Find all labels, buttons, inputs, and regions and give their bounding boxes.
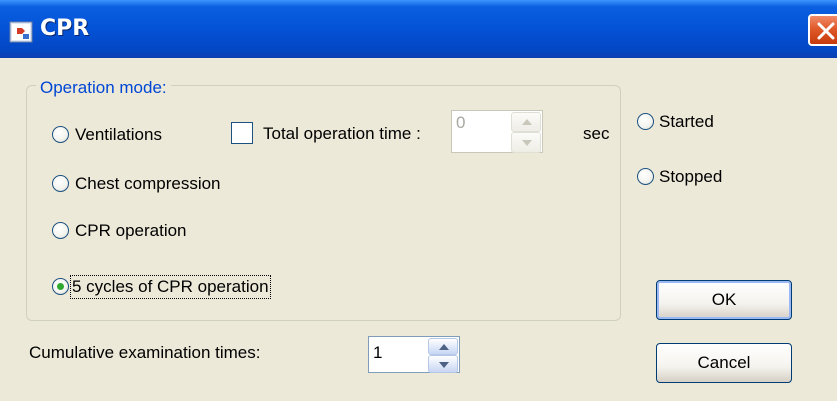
- operation-mode-legend: Operation mode:: [36, 78, 171, 98]
- close-button[interactable]: [808, 14, 837, 46]
- cumulative-exam-times-label: Cumulative examination times:: [29, 343, 261, 362]
- radio-chest-compression-label[interactable]: Chest compression: [75, 174, 221, 194]
- app-icon: [9, 20, 35, 44]
- radio-started[interactable]: [637, 113, 654, 130]
- chevron-up-icon: [439, 344, 449, 350]
- chevron-down-icon: [522, 140, 532, 146]
- total-operation-time-checkbox[interactable]: [231, 122, 253, 144]
- radio-selected-dot: [57, 283, 64, 290]
- cumulative-exam-times-spinner[interactable]: 1: [368, 336, 460, 373]
- spin-up-button[interactable]: [428, 338, 458, 355]
- radio-5-cycles-cpr[interactable]: [52, 278, 69, 295]
- radio-ventilations-label[interactable]: Ventilations: [75, 125, 162, 145]
- cpr-dialog: CPR Operation mode: Ventilations Total o…: [0, 0, 837, 401]
- radio-stopped[interactable]: [637, 168, 654, 185]
- chevron-up-icon: [522, 119, 532, 125]
- spin-up-button[interactable]: [511, 112, 541, 132]
- cumulative-exam-times-value[interactable]: 1: [373, 343, 382, 363]
- total-operation-time-label[interactable]: Total operation time :: [263, 124, 421, 144]
- chevron-down-icon: [439, 362, 449, 368]
- total-operation-time-spinner[interactable]: 0: [451, 110, 543, 153]
- radio-cpr-operation-label[interactable]: CPR operation: [75, 221, 187, 241]
- spin-down-button[interactable]: [511, 132, 541, 153]
- radio-chest-compression[interactable]: [52, 175, 69, 192]
- radio-ventilations[interactable]: [52, 126, 69, 143]
- radio-started-label[interactable]: Started: [659, 112, 714, 132]
- radio-cpr-operation[interactable]: [52, 222, 69, 239]
- radio-5-cycles-cpr-label[interactable]: 5 cycles of CPR operation: [70, 275, 271, 299]
- radio-stopped-label[interactable]: Stopped: [659, 167, 722, 187]
- total-operation-time-value: 0: [456, 113, 466, 132]
- ok-button[interactable]: OK: [656, 280, 792, 320]
- cancel-button[interactable]: Cancel: [656, 343, 792, 383]
- spin-down-button[interactable]: [428, 355, 458, 373]
- close-icon: [817, 22, 835, 40]
- window-title: CPR: [40, 16, 90, 41]
- title-bar[interactable]: CPR: [0, 0, 837, 58]
- total-operation-time-unit: sec: [583, 124, 610, 143]
